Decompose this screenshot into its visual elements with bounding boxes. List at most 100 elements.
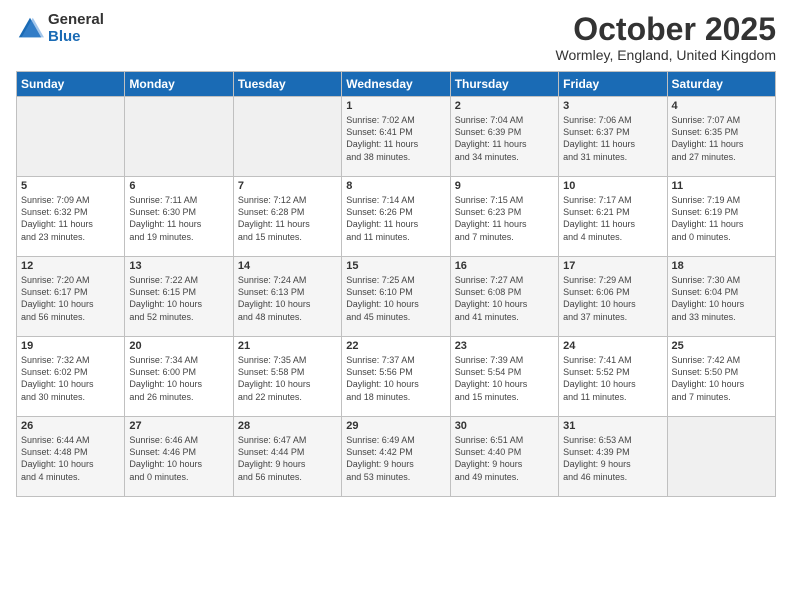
day-info: Sunrise: 6:47 AM Sunset: 4:44 PM Dayligh… [238, 434, 337, 483]
header: General Blue October 2025 Wormley, Engla… [16, 12, 776, 63]
day-number: 30 [455, 420, 554, 432]
table-cell [233, 97, 341, 177]
table-cell: 23 Sunrise: 7:39 AM Sunset: 5:54 PM Dayli… [450, 337, 558, 417]
table-cell: 2Sunrise: 7:04 AM Sunset: 6:39 PM Daylig… [450, 97, 558, 177]
col-saturday: Saturday [667, 72, 775, 97]
day-info: Sunrise: 7:22 AM Sunset: 6:15 PM Dayligh… [129, 274, 228, 323]
day-info: Sunrise: 7:27 AM Sunset: 6:08 PM Dayligh… [455, 274, 554, 323]
day-number: 12 [21, 260, 120, 272]
day-info: Sunrise: 7:11 AM Sunset: 6:30 PM Dayligh… [129, 194, 228, 243]
day-number: 26 [21, 420, 120, 432]
day-number: 9 [455, 180, 554, 192]
table-cell: 11 Sunrise: 7:19 AM Sunset: 6:19 PM Dayli… [667, 177, 775, 257]
day-info: Sunrise: 7:12 AM Sunset: 6:28 PM Dayligh… [238, 194, 337, 243]
day-info: Sunrise: 6:44 AM Sunset: 4:48 PM Dayligh… [21, 434, 120, 483]
day-number: 23 [455, 340, 554, 352]
col-monday: Monday [125, 72, 233, 97]
logo-general-text: General [48, 12, 104, 29]
day-number: 1 [346, 100, 445, 112]
table-cell: 6 Sunrise: 7:11 AM Sunset: 6:30 PM Daylig… [125, 177, 233, 257]
day-info: Sunrise: 7:25 AM Sunset: 6:10 PM Dayligh… [346, 274, 445, 323]
col-friday: Friday [559, 72, 667, 97]
table-cell: 21 Sunrise: 7:35 AM Sunset: 5:58 PM Dayli… [233, 337, 341, 417]
table-cell: 4 Sunrise: 7:07 AM Sunset: 6:35 PM Daylig… [667, 97, 775, 177]
week-row-3: 12Sunrise: 7:20 AM Sunset: 6:17 PM Dayli… [17, 257, 776, 337]
location-subtitle: Wormley, England, United Kingdom [556, 47, 776, 63]
col-wednesday: Wednesday [342, 72, 450, 97]
day-info: Sunrise: 7:35 AM Sunset: 5:58 PM Dayligh… [238, 354, 337, 403]
calendar-table: Sunday Monday Tuesday Wednesday Thursday… [16, 71, 776, 497]
day-info: Sunrise: 7:24 AM Sunset: 6:13 PM Dayligh… [238, 274, 337, 323]
day-number: 21 [238, 340, 337, 352]
header-row: Sunday Monday Tuesday Wednesday Thursday… [17, 72, 776, 97]
day-info: Sunrise: 7:34 AM Sunset: 6:00 PM Dayligh… [129, 354, 228, 403]
day-number: 31 [563, 420, 662, 432]
table-cell: 17 Sunrise: 7:29 AM Sunset: 6:06 PM Dayli… [559, 257, 667, 337]
table-cell: 29Sunrise: 6:49 AM Sunset: 4:42 PM Dayli… [342, 417, 450, 497]
title-block: October 2025 Wormley, England, United Ki… [556, 12, 776, 63]
logo-blue-text: Blue [48, 29, 104, 46]
col-sunday: Sunday [17, 72, 125, 97]
day-info: Sunrise: 7:15 AM Sunset: 6:23 PM Dayligh… [455, 194, 554, 243]
day-info: Sunrise: 7:42 AM Sunset: 5:50 PM Dayligh… [672, 354, 771, 403]
table-cell: 5 Sunrise: 7:09 AM Sunset: 6:32 PM Daylig… [17, 177, 125, 257]
day-number: 17 [563, 260, 662, 272]
table-cell: 28Sunrise: 6:47 AM Sunset: 4:44 PM Dayli… [233, 417, 341, 497]
day-number: 22 [346, 340, 445, 352]
day-number: 11 [672, 180, 771, 192]
week-row-1: 1Sunrise: 7:02 AM Sunset: 6:41 PM Daylig… [17, 97, 776, 177]
day-info: Sunrise: 6:53 AM Sunset: 4:39 PM Dayligh… [563, 434, 662, 483]
col-thursday: Thursday [450, 72, 558, 97]
table-cell: 18 Sunrise: 7:30 AM Sunset: 6:04 PM Dayli… [667, 257, 775, 337]
table-cell: 3Sunrise: 7:06 AM Sunset: 6:37 PM Daylig… [559, 97, 667, 177]
day-number: 4 [672, 100, 771, 112]
table-cell: 24 Sunrise: 7:41 AM Sunset: 5:52 PM Dayli… [559, 337, 667, 417]
table-cell: 30 Sunrise: 6:51 AM Sunset: 4:40 PM Dayli… [450, 417, 558, 497]
day-info: Sunrise: 7:37 AM Sunset: 5:56 PM Dayligh… [346, 354, 445, 403]
day-info: Sunrise: 7:30 AM Sunset: 6:04 PM Dayligh… [672, 274, 771, 323]
table-cell [125, 97, 233, 177]
week-row-2: 5 Sunrise: 7:09 AM Sunset: 6:32 PM Daylig… [17, 177, 776, 257]
day-number: 19 [21, 340, 120, 352]
day-info: Sunrise: 7:09 AM Sunset: 6:32 PM Dayligh… [21, 194, 120, 243]
day-number: 6 [129, 180, 228, 192]
day-number: 18 [672, 260, 771, 272]
table-cell: 13 Sunrise: 7:22 AM Sunset: 6:15 PM Dayli… [125, 257, 233, 337]
day-info: Sunrise: 7:41 AM Sunset: 5:52 PM Dayligh… [563, 354, 662, 403]
day-number: 8 [346, 180, 445, 192]
table-cell: 10Sunrise: 7:17 AM Sunset: 6:21 PM Dayli… [559, 177, 667, 257]
day-number: 10 [563, 180, 662, 192]
table-cell: 19Sunrise: 7:32 AM Sunset: 6:02 PM Dayli… [17, 337, 125, 417]
day-info: Sunrise: 7:29 AM Sunset: 6:06 PM Dayligh… [563, 274, 662, 323]
day-info: Sunrise: 6:51 AM Sunset: 4:40 PM Dayligh… [455, 434, 554, 483]
table-cell [17, 97, 125, 177]
day-number: 5 [21, 180, 120, 192]
day-info: Sunrise: 7:14 AM Sunset: 6:26 PM Dayligh… [346, 194, 445, 243]
table-cell: 27Sunrise: 6:46 AM Sunset: 4:46 PM Dayli… [125, 417, 233, 497]
day-info: Sunrise: 7:07 AM Sunset: 6:35 PM Dayligh… [672, 114, 771, 163]
table-cell: 12Sunrise: 7:20 AM Sunset: 6:17 PM Dayli… [17, 257, 125, 337]
logo-text: General Blue [48, 12, 104, 45]
week-row-5: 26 Sunrise: 6:44 AM Sunset: 4:48 PM Dayli… [17, 417, 776, 497]
day-info: Sunrise: 7:39 AM Sunset: 5:54 PM Dayligh… [455, 354, 554, 403]
table-cell: 7 Sunrise: 7:12 AM Sunset: 6:28 PM Daylig… [233, 177, 341, 257]
day-info: Sunrise: 6:46 AM Sunset: 4:46 PM Dayligh… [129, 434, 228, 483]
page: General Blue October 2025 Wormley, Engla… [0, 0, 792, 612]
day-info: Sunrise: 7:19 AM Sunset: 6:19 PM Dayligh… [672, 194, 771, 243]
col-tuesday: Tuesday [233, 72, 341, 97]
table-cell: 22 Sunrise: 7:37 AM Sunset: 5:56 PM Dayli… [342, 337, 450, 417]
table-cell: 26 Sunrise: 6:44 AM Sunset: 4:48 PM Dayli… [17, 417, 125, 497]
week-row-4: 19Sunrise: 7:32 AM Sunset: 6:02 PM Dayli… [17, 337, 776, 417]
table-cell: 20Sunrise: 7:34 AM Sunset: 6:00 PM Dayli… [125, 337, 233, 417]
day-number: 13 [129, 260, 228, 272]
table-cell: 14 Sunrise: 7:24 AM Sunset: 6:13 PM Dayli… [233, 257, 341, 337]
day-number: 2 [455, 100, 554, 112]
day-number: 14 [238, 260, 337, 272]
day-number: 24 [563, 340, 662, 352]
table-cell: 8 Sunrise: 7:14 AM Sunset: 6:26 PM Daylig… [342, 177, 450, 257]
table-cell: 16Sunrise: 7:27 AM Sunset: 6:08 PM Dayli… [450, 257, 558, 337]
day-info: Sunrise: 7:06 AM Sunset: 6:37 PM Dayligh… [563, 114, 662, 163]
day-number: 25 [672, 340, 771, 352]
day-number: 7 [238, 180, 337, 192]
table-cell: 9 Sunrise: 7:15 AM Sunset: 6:23 PM Daylig… [450, 177, 558, 257]
